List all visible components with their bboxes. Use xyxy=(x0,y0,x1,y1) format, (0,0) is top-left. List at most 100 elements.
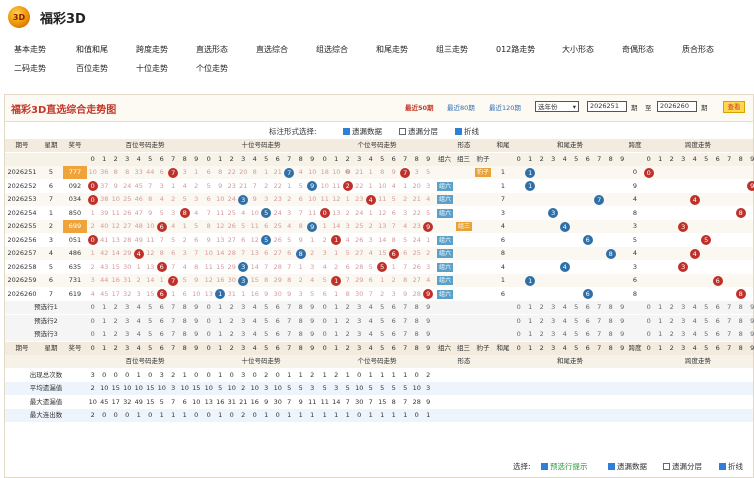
predict-digit[interactable]: 3 xyxy=(354,315,366,328)
predict-digit[interactable]: 0 xyxy=(203,301,215,314)
predict-digit[interactable]: 0 xyxy=(319,301,331,314)
year-select[interactable]: 选年份 ▾ xyxy=(535,101,579,112)
nav-item[interactable]: 奇偶形态 xyxy=(622,44,654,55)
to-issue-input[interactable]: 2026260 xyxy=(657,101,697,112)
predict-digit[interactable]: 1 xyxy=(525,328,537,341)
predict-digit[interactable]: 3 xyxy=(354,301,366,314)
predict-digit[interactable]: 9 xyxy=(423,301,435,314)
predict-digit[interactable]: 6 xyxy=(272,328,284,341)
predict-digit[interactable]: 9 xyxy=(747,315,754,328)
option-polyline[interactable]: 折线 xyxy=(455,126,479,137)
predict-digit[interactable]: 9 xyxy=(191,315,203,328)
checkbox-checked-icon[interactable] xyxy=(343,128,350,135)
nav-item[interactable]: 二码走势 xyxy=(14,63,46,74)
predict-digit[interactable]: 6 xyxy=(388,328,400,341)
predict-digit[interactable]: 4 xyxy=(133,315,145,328)
predict-digit[interactable]: 1 xyxy=(331,315,343,328)
footer-option-missing-layers[interactable]: 遗漏分层 xyxy=(663,461,702,472)
predict-digit[interactable]: 3 xyxy=(678,301,690,314)
predict-digit[interactable]: 8 xyxy=(179,315,191,328)
predict-digit[interactable]: 0 xyxy=(643,315,655,328)
predict-digit[interactable]: 1 xyxy=(99,328,111,341)
predict-digit[interactable]: 6 xyxy=(582,315,594,328)
nav-item[interactable]: 跨度走势 xyxy=(136,44,168,55)
predict-digit[interactable]: 2 xyxy=(666,301,678,314)
nav-item[interactable]: 基本走势 xyxy=(14,44,46,55)
predict-digit[interactable]: 6 xyxy=(712,301,724,314)
predict-digit[interactable]: 6 xyxy=(388,315,400,328)
predict-digit[interactable]: 6 xyxy=(582,301,594,314)
footer-option-missing-data[interactable]: 遗漏数据 xyxy=(608,461,647,472)
predict-digit[interactable]: 7 xyxy=(594,315,606,328)
predict-digit[interactable]: 6 xyxy=(156,328,168,341)
predict-digit[interactable]: 0 xyxy=(643,301,655,314)
predict-digit[interactable]: 1 xyxy=(215,315,227,328)
predict-digit[interactable]: 5 xyxy=(377,315,389,328)
range-80-link[interactable]: 最近80期 xyxy=(447,102,475,112)
predict-digit[interactable]: 7 xyxy=(724,328,736,341)
predict-digit[interactable]: 7 xyxy=(168,328,180,341)
predict-digit[interactable]: 0 xyxy=(513,328,525,341)
predict-digit[interactable]: 5 xyxy=(377,301,389,314)
predict-digit[interactable]: 7 xyxy=(400,315,412,328)
nav-item[interactable]: 个位走势 xyxy=(196,63,228,74)
predict-digit[interactable]: 7 xyxy=(284,315,296,328)
predict-digit[interactable]: 3 xyxy=(548,301,560,314)
predict-row[interactable]: 预选行3 0 1 2 3 4 5 6 7 8 9 0 1 2 3 4 5 6 7 8 9 0 1 2 3 4 5 6 7 8 9 0 1 2 3 4 5… xyxy=(5,328,754,341)
predict-digit[interactable]: 3 xyxy=(678,328,690,341)
predict-digit[interactable]: 6 xyxy=(712,328,724,341)
predict-digit[interactable]: 5 xyxy=(145,301,157,314)
nav-item[interactable]: 和尾走势 xyxy=(376,44,408,55)
predict-digit[interactable]: 1 xyxy=(99,315,111,328)
predict-digit[interactable]: 8 xyxy=(735,301,747,314)
predict-digit[interactable]: 3 xyxy=(238,301,250,314)
predict-digit[interactable]: 8 xyxy=(295,328,307,341)
predict-digit[interactable]: 3 xyxy=(548,328,560,341)
predict-digit[interactable]: 6 xyxy=(582,328,594,341)
predict-digit[interactable]: 7 xyxy=(400,301,412,314)
predict-digit[interactable]: 2 xyxy=(536,328,548,341)
predict-digit[interactable]: 6 xyxy=(156,315,168,328)
predict-digit[interactable]: 0 xyxy=(203,328,215,341)
predict-digit[interactable]: 8 xyxy=(411,328,423,341)
predict-digit[interactable]: 4 xyxy=(249,328,261,341)
predict-digit[interactable]: 0 xyxy=(513,315,525,328)
predict-digit[interactable]: 3 xyxy=(354,328,366,341)
predict-digit[interactable]: 8 xyxy=(735,328,747,341)
predict-row[interactable]: 预选行1 0 1 2 3 4 5 6 7 8 9 0 1 2 3 4 5 6 7 8 9 0 1 2 3 4 5 6 7 8 9 0 1 2 3 4 5… xyxy=(5,301,754,314)
predict-digit[interactable]: 9 xyxy=(307,301,319,314)
footer-option-predict-tip[interactable]: 预选行提示 xyxy=(541,461,588,472)
predict-digit[interactable]: 2 xyxy=(226,328,238,341)
predict-digit[interactable]: 6 xyxy=(388,301,400,314)
nav-item[interactable]: 直选形态 xyxy=(196,44,228,55)
predict-digit[interactable]: 3 xyxy=(122,328,134,341)
predict-digit[interactable]: 9 xyxy=(617,315,629,328)
predict-digit[interactable]: 7 xyxy=(168,315,180,328)
option-missing-layers[interactable]: 遗漏分层 xyxy=(399,126,438,137)
predict-digit[interactable]: 7 xyxy=(284,301,296,314)
predict-digit[interactable]: 4 xyxy=(689,315,701,328)
nav-item[interactable]: 大小形态 xyxy=(562,44,594,55)
predict-digit[interactable]: 9 xyxy=(423,315,435,328)
predict-digit[interactable]: 5 xyxy=(261,328,273,341)
predict-digit[interactable]: 7 xyxy=(400,328,412,341)
predict-digit[interactable]: 9 xyxy=(423,328,435,341)
predict-digit[interactable]: 7 xyxy=(724,301,736,314)
predict-digit[interactable]: 7 xyxy=(724,315,736,328)
predict-digit[interactable]: 2 xyxy=(110,328,122,341)
from-issue-input[interactable]: 2026251 xyxy=(587,101,627,112)
checkbox-checked-icon[interactable] xyxy=(455,128,462,135)
range-120-link[interactable]: 最近120期 xyxy=(489,102,521,112)
predict-digit[interactable]: 2 xyxy=(110,301,122,314)
query-button[interactable]: 查看 xyxy=(723,101,745,113)
predict-digit[interactable]: 9 xyxy=(747,301,754,314)
predict-digit[interactable]: 5 xyxy=(377,328,389,341)
predict-digit[interactable]: 0 xyxy=(87,301,99,314)
predict-digit[interactable]: 0 xyxy=(319,328,331,341)
predict-digit[interactable]: 3 xyxy=(122,315,134,328)
predict-digit[interactable]: 2 xyxy=(536,315,548,328)
predict-digit[interactable]: 5 xyxy=(701,301,713,314)
predict-digit[interactable]: 1 xyxy=(331,301,343,314)
predict-digit[interactable]: 3 xyxy=(238,328,250,341)
predict-digit[interactable]: 1 xyxy=(215,328,227,341)
